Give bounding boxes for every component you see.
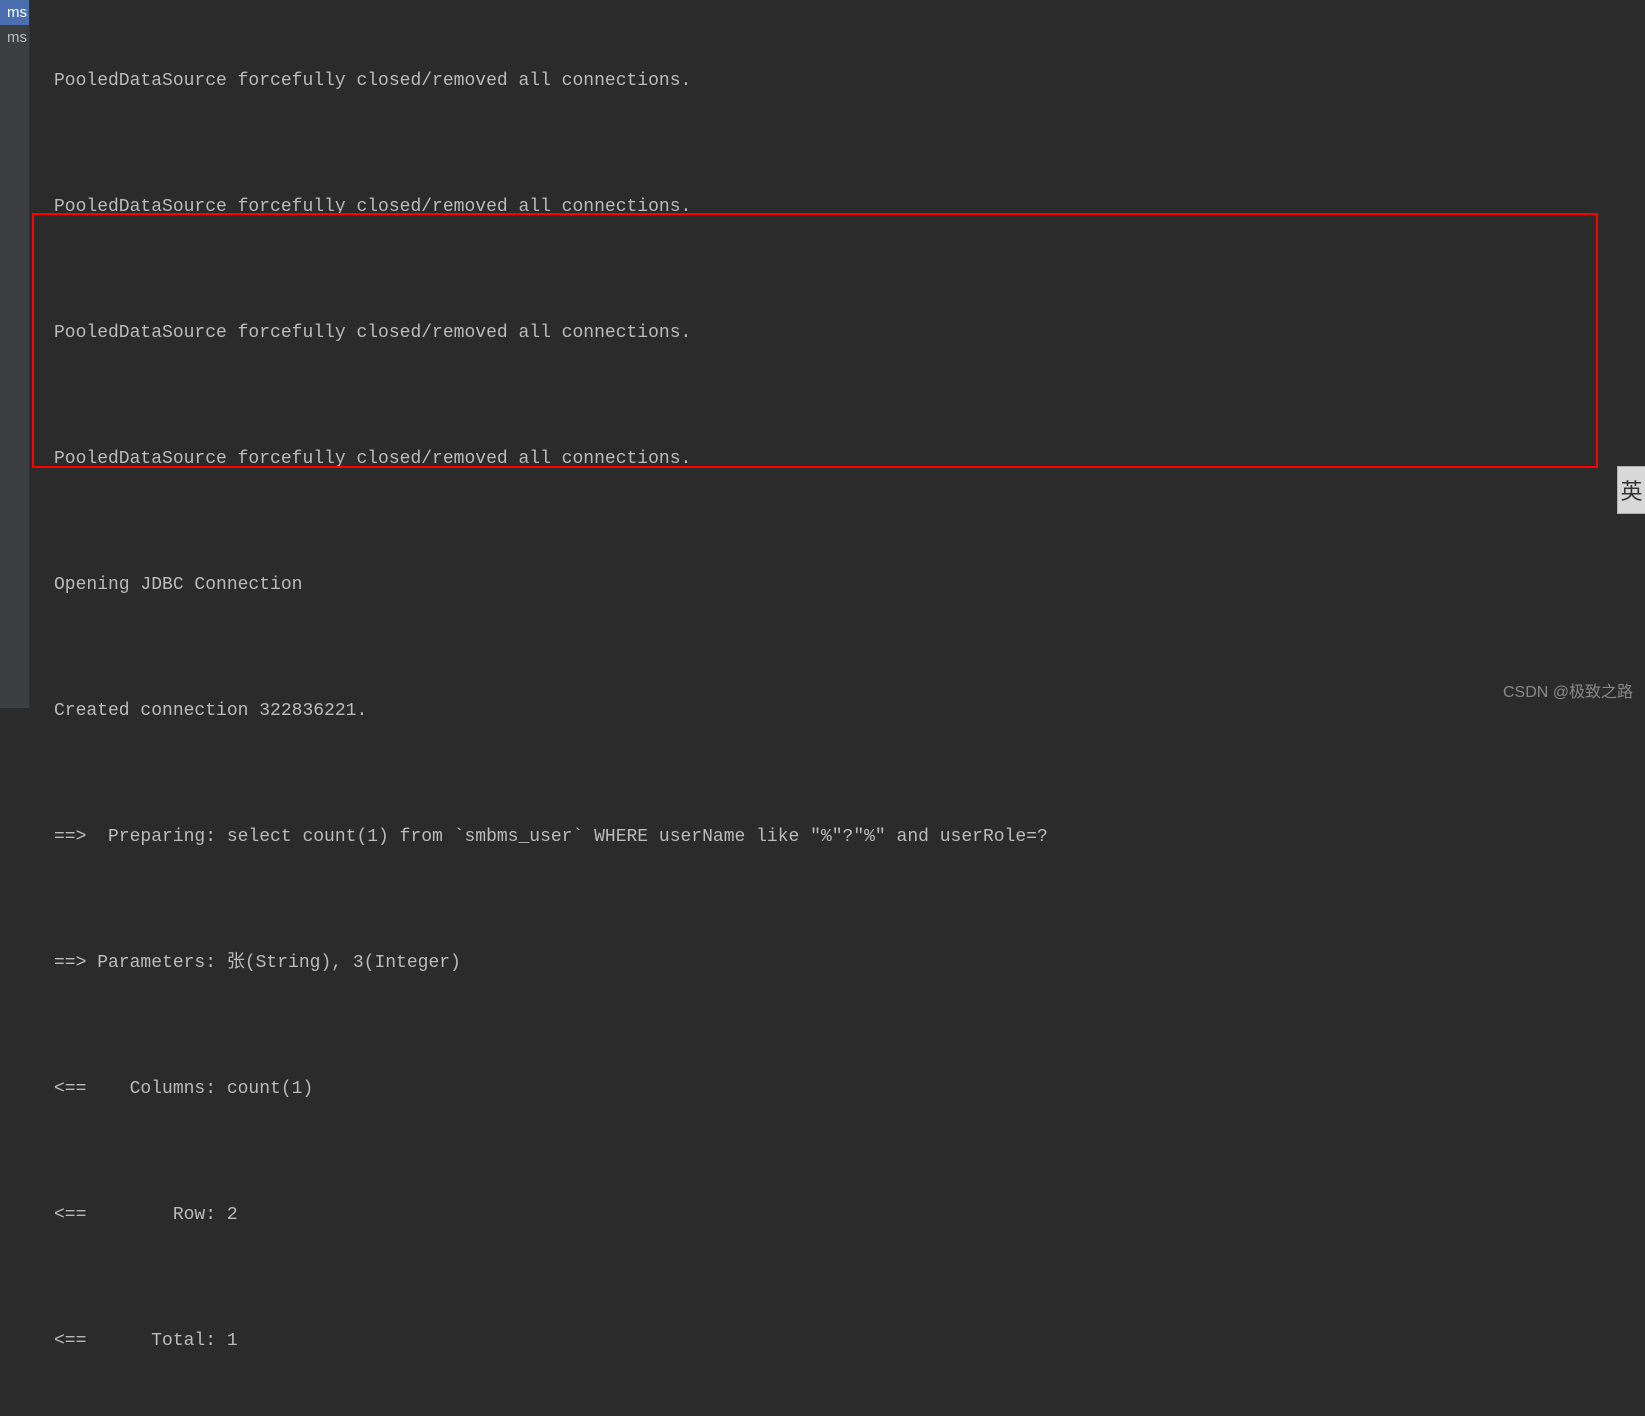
console-line: PooledDataSource forcefully closed/remov… [54,60,1633,102]
console-line: ==> Preparing: select count(1) from `smb… [54,816,1633,858]
console-line: Created connection 322836221. [54,690,1633,732]
console-line: <== Total: 1 [54,1320,1633,1362]
console-sidebar: ms ms [0,0,30,708]
console-line: PooledDataSource forcefully closed/remov… [54,438,1633,480]
sidebar-tab-active[interactable]: ms [0,0,29,25]
console-line: Opening JDBC Connection [54,564,1633,606]
console-line: <== Row: 2 [54,1194,1633,1236]
console-output[interactable]: PooledDataSource forcefully closed/remov… [42,0,1645,708]
console-line: <== Columns: count(1) [54,1068,1633,1110]
console-line: PooledDataSource forcefully closed/remov… [54,186,1633,228]
console-line: ==> Parameters: 张(String), 3(Integer) [54,942,1633,984]
sidebar-tab[interactable]: ms [0,25,29,50]
console-line: PooledDataSource forcefully closed/remov… [54,312,1633,354]
ime-indicator-button[interactable]: 英 [1617,466,1645,514]
watermark-text: CSDN @极致之路 [1503,678,1633,702]
